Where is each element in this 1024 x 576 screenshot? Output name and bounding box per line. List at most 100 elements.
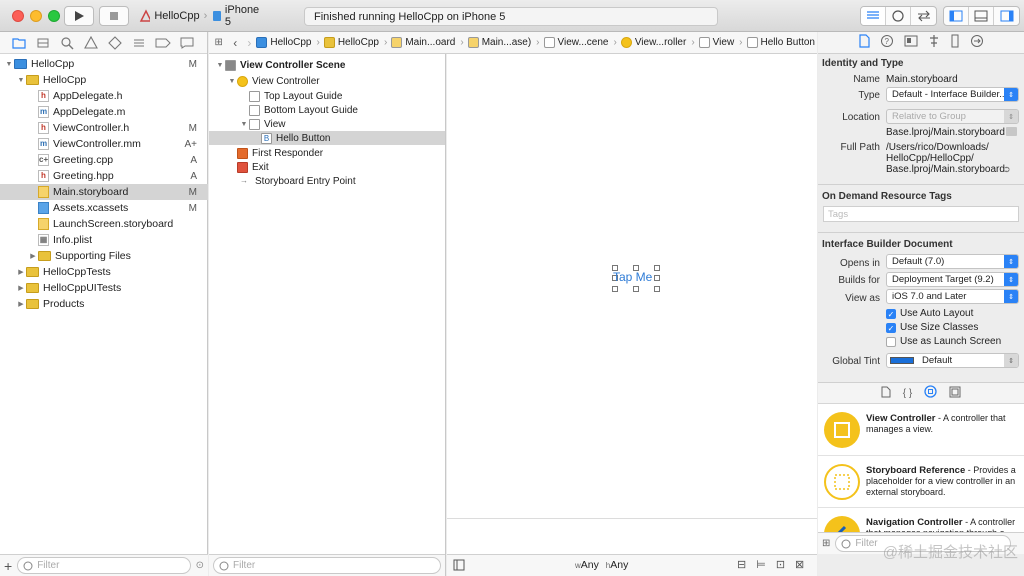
forward-button[interactable]: › bbox=[242, 36, 256, 50]
disclosure-down-icon[interactable]: ▼ bbox=[227, 78, 237, 85]
connections-inspector-icon[interactable] bbox=[970, 34, 984, 51]
location-popup[interactable]: Relative to Group ⇕ bbox=[886, 109, 1019, 124]
minimize-window-button[interactable] bbox=[30, 10, 42, 22]
test-navigator-icon[interactable] bbox=[106, 34, 124, 52]
align-icon[interactable]: ⊨ bbox=[756, 558, 766, 571]
file-tree-item[interactable]: ▼ HelloCpp bbox=[0, 72, 208, 88]
file-inspector-icon[interactable] bbox=[858, 34, 870, 51]
breadcrumb-item[interactable]: View...cene › bbox=[543, 37, 619, 48]
type-popup[interactable]: Default - Interface Builder... ⇕ bbox=[886, 87, 1019, 102]
close-window-button[interactable] bbox=[12, 10, 24, 22]
disclosure-down-icon[interactable]: ▼ bbox=[16, 77, 26, 84]
outline-item[interactable]: Exit bbox=[209, 160, 445, 174]
outline-item[interactable]: → Storyboard Entry Point bbox=[209, 174, 445, 188]
disclosure-down-icon[interactable]: ▼ bbox=[239, 121, 249, 128]
issue-navigator-icon[interactable] bbox=[82, 34, 100, 52]
symbol-navigator-icon[interactable] bbox=[34, 34, 52, 52]
disclosure-right-icon[interactable]: ▶ bbox=[16, 300, 26, 308]
outline-item[interactable]: Top Layout Guide bbox=[209, 89, 445, 103]
outline-filter-input[interactable]: Filter bbox=[213, 557, 441, 574]
size-inspector-icon[interactable] bbox=[950, 34, 960, 51]
related-items-icon[interactable]: ⊞ bbox=[209, 37, 228, 48]
file-tree-item[interactable]: ▦ Info.plist bbox=[0, 232, 208, 248]
file-tree-item[interactable]: ▶ HelloCppUITests bbox=[0, 280, 208, 296]
folder-icon[interactable] bbox=[1006, 127, 1017, 136]
breakpoint-navigator-icon[interactable] bbox=[154, 34, 172, 52]
outline-item[interactable]: ▼ View bbox=[209, 117, 445, 131]
assistant-editor-button[interactable] bbox=[886, 7, 911, 25]
file-tree-item[interactable]: ▶ HelloCppTests bbox=[0, 264, 208, 280]
breadcrumb-item[interactable]: Main...ase) › bbox=[467, 37, 542, 48]
builds-for-popup[interactable]: Deployment Target (9.2) ⇕ bbox=[886, 272, 1019, 287]
reveal-in-finder-icon[interactable]: ➲ bbox=[1003, 164, 1011, 175]
size-classes-checkbox[interactable]: ✓ Use Size Classes bbox=[886, 322, 978, 333]
media-library-icon[interactable] bbox=[949, 386, 961, 401]
library-item[interactable]: Navigation Controller - A controller tha… bbox=[818, 508, 1024, 532]
outline-item[interactable]: ▼ View Controller bbox=[209, 74, 445, 88]
auto-layout-checkbox[interactable]: ✓ Use Auto Layout bbox=[886, 308, 973, 319]
launch-screen-checkbox[interactable]: Use as Launch Screen bbox=[886, 336, 1001, 347]
resolve-icon[interactable]: ⊠ bbox=[795, 558, 804, 571]
tags-input[interactable]: Tags bbox=[823, 206, 1019, 222]
toggle-navigator-button[interactable] bbox=[944, 7, 969, 25]
resize-handle[interactable] bbox=[654, 286, 660, 292]
breadcrumb-item[interactable]: View...roller › bbox=[620, 37, 697, 48]
outline-item[interactable]: First Responder bbox=[209, 146, 445, 160]
stop-button[interactable] bbox=[99, 6, 129, 26]
report-navigator-icon[interactable] bbox=[178, 34, 196, 52]
resize-handle[interactable] bbox=[612, 286, 618, 292]
folder-navigator-icon[interactable] bbox=[10, 34, 28, 52]
resize-handle[interactable] bbox=[633, 286, 639, 292]
file-tree-item[interactable]: m ViewController.mm A+ bbox=[0, 136, 208, 152]
file-tree-item[interactable]: m AppDelegate.m bbox=[0, 104, 208, 120]
breadcrumb-item[interactable]: HelloCpp › bbox=[256, 37, 321, 48]
help-inspector-icon[interactable]: ? bbox=[880, 34, 894, 51]
version-editor-button[interactable] bbox=[911, 7, 936, 25]
attributes-inspector-icon[interactable] bbox=[928, 34, 940, 51]
run-button[interactable] bbox=[64, 6, 94, 26]
resize-handle[interactable] bbox=[654, 275, 660, 281]
view-as-popup[interactable]: iOS 7.0 and Later ⇕ bbox=[886, 289, 1019, 304]
outline-item[interactable]: ▼ View Controller Scene bbox=[209, 58, 445, 72]
global-tint-popup[interactable]: Default ⇕ bbox=[886, 353, 1019, 368]
breadcrumb-item[interactable]: Main...oard › bbox=[391, 37, 465, 48]
outline-item[interactable]: B Hello Button bbox=[209, 131, 445, 145]
file-tree-item[interactable]: ▶ Supporting Files bbox=[0, 248, 208, 264]
debug-navigator-icon[interactable] bbox=[130, 34, 148, 52]
library-item[interactable]: View Controller - A controller that mana… bbox=[818, 404, 1024, 456]
identity-inspector-icon[interactable] bbox=[904, 35, 918, 50]
file-tree-item[interactable]: Assets.xcassets M bbox=[0, 200, 208, 216]
file-tree-item[interactable]: h AppDelegate.h bbox=[0, 88, 208, 104]
file-tree-item[interactable]: ▼ HelloCpp M bbox=[0, 56, 208, 72]
scheme-selector[interactable]: HelloCpp › iPhone 5 bbox=[136, 4, 260, 28]
disclosure-down-icon[interactable]: ▼ bbox=[215, 62, 225, 69]
file-tree-item[interactable]: h Greeting.hpp A bbox=[0, 168, 208, 184]
navigator-filter-input[interactable]: Filter bbox=[17, 557, 191, 574]
back-button[interactable]: ‹ bbox=[228, 36, 242, 50]
storyboard-canvas[interactable]: Tap Me wAny hAny ⊟ ⊨ ⊡ ⊠ bbox=[447, 54, 817, 576]
disclosure-right-icon[interactable]: ▶ bbox=[28, 252, 38, 260]
add-file-button[interactable]: + bbox=[4, 558, 12, 574]
opens-in-popup[interactable]: Default (7.0) ⇕ bbox=[886, 254, 1019, 269]
file-tree-item[interactable]: c+ Greeting.cpp A bbox=[0, 152, 208, 168]
breadcrumb-item[interactable]: View › bbox=[698, 37, 745, 48]
zoom-window-button[interactable] bbox=[48, 10, 60, 22]
object-library-icon[interactable] bbox=[924, 385, 937, 401]
toggle-debug-area-button[interactable] bbox=[969, 7, 994, 25]
file-tree-item[interactable]: h ViewController.h M bbox=[0, 120, 208, 136]
file-template-icon[interactable] bbox=[881, 386, 891, 401]
file-tree-item[interactable]: Main.storyboard M bbox=[0, 184, 208, 200]
outline-item[interactable]: Bottom Layout Guide bbox=[209, 103, 445, 117]
size-class-control[interactable]: wAny hAny bbox=[575, 559, 628, 571]
recent-files-icon[interactable]: ⊙ bbox=[196, 560, 204, 571]
hello-button[interactable]: Tap Me bbox=[613, 270, 652, 284]
code-snippet-icon[interactable]: { } bbox=[903, 388, 912, 399]
search-navigator-icon[interactable] bbox=[58, 34, 76, 52]
pin-icon[interactable]: ⊡ bbox=[776, 558, 785, 571]
toggle-utilities-button[interactable] bbox=[994, 7, 1019, 25]
stack-icon[interactable]: ⊟ bbox=[737, 558, 746, 571]
breadcrumb-item[interactable]: HelloCpp › bbox=[323, 37, 389, 48]
breadcrumb-item[interactable]: Hello Button bbox=[746, 37, 815, 48]
disclosure-right-icon[interactable]: ▶ bbox=[16, 284, 26, 292]
toggle-outline-button[interactable] bbox=[453, 559, 465, 574]
